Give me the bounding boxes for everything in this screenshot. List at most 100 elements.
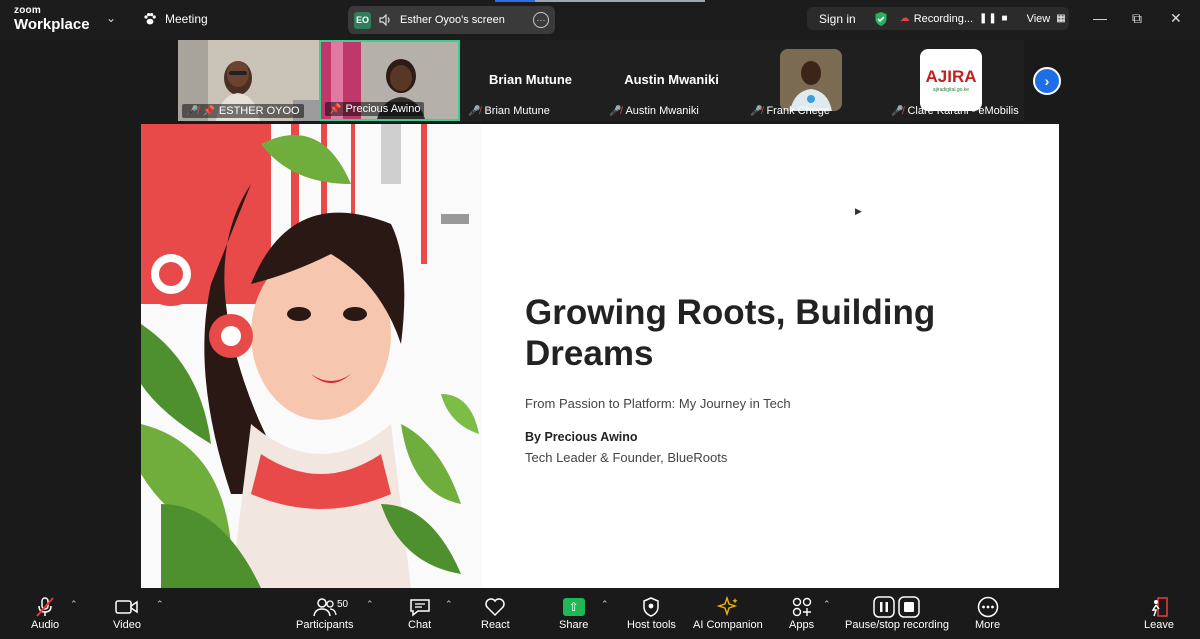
more-label: More (975, 619, 1001, 631)
share-screen-icon: ⇧ (562, 598, 585, 616)
video-camera-icon (115, 600, 138, 614)
slide-author-role: Tech Leader & Founder, BlueRoots (525, 450, 728, 465)
participant-label: 🎤̸ Frank Chege (746, 104, 834, 118)
slide-subtitle: From Passion to Platform: My Journey in … (525, 396, 791, 411)
more-options-icon[interactable]: ··· (533, 12, 549, 28)
participant-name: Austin Mwaniki (625, 105, 699, 117)
heart-icon (485, 598, 506, 617)
video-options-caret-icon[interactable]: ⌃ (156, 599, 164, 610)
pause-stop-recording-label: Pause/stop recording (845, 619, 949, 631)
chat-label: Chat (408, 619, 432, 631)
participant-label: 📌 Precious Awino (325, 102, 425, 116)
mic-off-icon: 🎤̸ (891, 105, 904, 117)
mic-off-icon: 🎤̸ (186, 105, 199, 117)
participant-label: 🎤̸ Clare Karani - eMobilis (887, 104, 1023, 118)
title-bar: zoom Workplace ⌄ Meeting EO Esther Oyoo'… (0, 0, 1200, 40)
participant-label: 🎤̸ 📌 ESTHER OYOO (182, 104, 304, 118)
logo-line1: zoom (14, 5, 41, 16)
next-page-button[interactable]: › (1033, 67, 1061, 95)
slide-title: Growing Roots, Building Dreams (525, 293, 936, 373)
participants-icon (312, 598, 337, 617)
host-shield-icon (643, 597, 660, 617)
share-options-caret-icon[interactable]: ⌃ (601, 599, 609, 610)
minimize-icon[interactable]: — (1093, 10, 1107, 26)
leave-label: Leave (1144, 619, 1174, 631)
view-button[interactable]: View (1027, 13, 1051, 25)
apps-options-caret-icon[interactable]: ⌃ (823, 599, 831, 610)
audio-label: Audio (31, 619, 60, 631)
chat-options-caret-icon[interactable]: ⌃ (445, 599, 453, 610)
logo-line2: Workplace (14, 16, 90, 33)
share-button[interactable]: ⇧ Share (559, 595, 588, 631)
apps-button[interactable]: Apps (789, 595, 814, 631)
slide-illustration (141, 124, 482, 588)
react-label: React (481, 619, 510, 631)
sparkle-icon (716, 596, 738, 617)
sign-in-button[interactable]: Sign in (819, 12, 856, 26)
cloud-recording-icon: ☁ (899, 13, 910, 24)
share-label: Share (559, 619, 589, 631)
pin-icon: 📌 (329, 103, 342, 115)
mic-off-icon: 🎤̸ (750, 105, 763, 117)
host-tools-label: Host tools (627, 619, 676, 631)
slide-author: By Precious Awino (525, 430, 638, 444)
apps-icon (792, 597, 811, 617)
participant-tile[interactable]: Austin Mwaniki 🎤̸ Austin Mwaniki (601, 40, 742, 121)
leave-button[interactable]: Leave (1144, 595, 1174, 631)
pin-icon: 📌 (202, 105, 215, 117)
ai-companion-label: AI Companion (693, 619, 763, 631)
encryption-shield-icon[interactable] (874, 11, 888, 27)
video-button[interactable]: Video (113, 595, 141, 631)
participant-name: Clare Karani - eMobilis (907, 105, 1019, 117)
participant-name: ESTHER OYOO (218, 105, 300, 117)
screen-share-pill[interactable]: EO Esther Oyoo's screen ··· (348, 6, 555, 34)
participant-tile-active[interactable]: 📌 Precious Awino (319, 40, 460, 121)
participant-tile[interactable]: 🎤̸ 📌 ESTHER OYOO (178, 40, 319, 121)
mic-off-icon: 🎤̸ (609, 105, 622, 117)
video-label: Video (113, 619, 141, 631)
participant-display-name: Austin Mwaniki (624, 72, 719, 87)
react-button[interactable]: React (481, 595, 510, 631)
grid-view-icon[interactable]: ▦ (1056, 13, 1065, 24)
paw-icon (144, 13, 156, 25)
mouse-cursor-icon: ▶ (855, 206, 862, 216)
ajira-logo: AJIRA ajiradigital.go.ke (920, 49, 982, 111)
share-indicator-accent (495, 0, 535, 2)
participant-label: 🎤̸ Brian Mutune (464, 104, 554, 118)
avatar (780, 49, 842, 111)
screen-share-label: Esther Oyoo's screen (400, 14, 505, 26)
ai-companion-button[interactable]: AI Companion (693, 595, 763, 631)
audio-options-caret-icon[interactable]: ⌃ (70, 599, 78, 610)
chevron-down-icon[interactable]: ⌄ (106, 11, 116, 25)
participant-name: Frank Chege (766, 105, 831, 117)
participants-count: 50 (337, 599, 349, 610)
close-icon[interactable]: ✕ (1170, 10, 1182, 27)
apps-label: Apps (789, 619, 815, 631)
participant-tile[interactable]: AJIRA ajiradigital.go.ke 🎤̸ Clare Karani… (883, 40, 1024, 121)
meeting-menu[interactable]: Meeting (143, 12, 208, 26)
more-dots-icon (977, 596, 998, 618)
recording-controls-icon[interactable]: ❚❚ ■ (979, 13, 1009, 24)
ajira-logo-sub: ajiradigital.go.ke (932, 87, 970, 93)
participant-name: Brian Mutune (484, 105, 550, 117)
chat-icon (409, 599, 430, 617)
meeting-toolbar: Audio ⌃ Video ⌃ Participants 50 ⌃ Chat ⌃… (0, 589, 1200, 639)
ajira-logo-text: AJIRA (925, 67, 977, 86)
host-tools-button[interactable]: Host tools (627, 595, 676, 631)
participant-display-name: Brian Mutune (488, 72, 573, 87)
speaker-icon (379, 14, 390, 26)
pause-stop-recording-icon (873, 596, 920, 618)
participant-strip: 🎤̸ 📌 ESTHER OYOO 📌 Precious Awino Brian … (178, 40, 1024, 121)
chat-button[interactable]: Chat (408, 595, 431, 631)
recording-status[interactable]: Recording... (914, 13, 973, 25)
participants-label: Participants (296, 619, 354, 631)
mic-muted-icon (36, 597, 54, 617)
participant-tile[interactable]: 🎤̸ Frank Chege (742, 40, 883, 121)
participants-options-caret-icon[interactable]: ⌃ (366, 599, 374, 610)
header-actions: Sign in ☁ Recording... ❚❚ ■ View ▦ (807, 7, 1069, 30)
audio-button[interactable]: Audio (31, 595, 59, 631)
restore-icon[interactable]: ⧉ (1132, 10, 1142, 27)
pause-stop-recording-button[interactable]: Pause/stop recording (845, 595, 949, 631)
more-button[interactable]: More (975, 595, 1000, 631)
participant-tile[interactable]: Brian Mutune 🎤̸ Brian Mutune (460, 40, 601, 121)
